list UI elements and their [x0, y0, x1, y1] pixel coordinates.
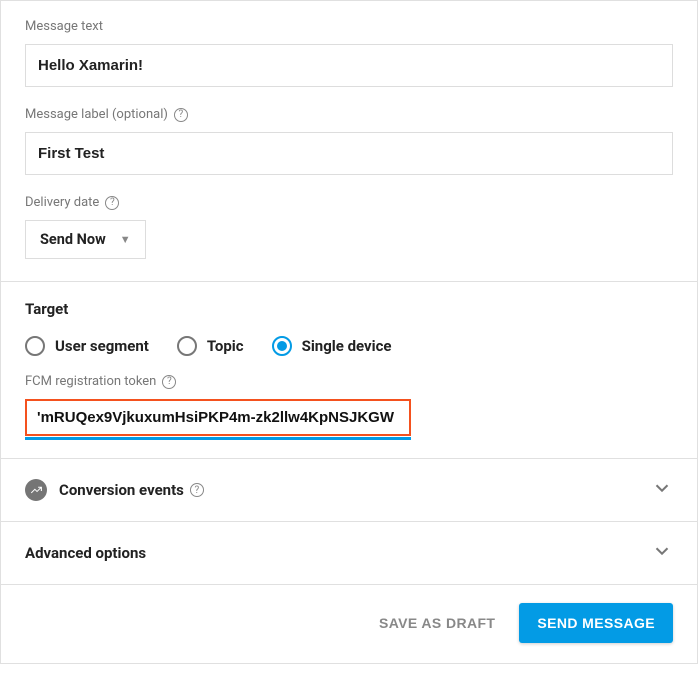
message-label-input[interactable] [25, 132, 673, 175]
help-icon[interactable]: ? [190, 483, 204, 497]
radio-icon [25, 336, 45, 356]
target-section: Target User segment Topic Single device … [1, 281, 697, 458]
token-highlight [25, 399, 411, 436]
help-icon[interactable]: ? [174, 108, 188, 122]
delivery-date-field: Delivery date ? Send Now ▼ [25, 195, 673, 259]
token-label-text: FCM registration token [25, 374, 156, 389]
help-icon[interactable]: ? [105, 196, 119, 210]
trending-icon [25, 479, 47, 501]
message-section: Message text Message label (optional) ? … [1, 1, 697, 281]
radio-topic[interactable]: Topic [177, 336, 244, 356]
advanced-options-accordion[interactable]: Advanced options [1, 521, 697, 584]
message-text-label: Message text [25, 19, 673, 34]
delivery-date-text: Delivery date [25, 195, 99, 210]
target-radio-group: User segment Topic Single device [25, 336, 673, 356]
accordion-title: Advanced options [25, 544, 146, 562]
save-draft-button[interactable]: SAVE AS DRAFT [379, 615, 495, 631]
message-label-label: Message label (optional) ? [25, 107, 673, 122]
token-label: FCM registration token ? [25, 374, 673, 389]
message-text-input[interactable] [25, 44, 673, 87]
send-message-button[interactable]: SEND MESSAGE [519, 603, 673, 643]
message-label-text: Message label (optional) [25, 107, 168, 122]
message-text-field: Message text [25, 19, 673, 87]
radio-user-segment[interactable]: User segment [25, 336, 149, 356]
radio-dot-icon [277, 341, 287, 351]
chevron-down-icon [651, 540, 673, 566]
radio-icon [177, 336, 197, 356]
delivery-date-value: Send Now [40, 231, 106, 248]
chevron-down-icon: ▼ [120, 233, 131, 246]
radio-label: Topic [207, 337, 244, 355]
fcm-token-input[interactable] [27, 401, 409, 434]
radio-label: User segment [55, 337, 149, 355]
message-label-field: Message label (optional) ? [25, 107, 673, 175]
compose-message-panel: Message text Message label (optional) ? … [0, 0, 698, 664]
radio-single-device[interactable]: Single device [272, 336, 392, 356]
delivery-date-label: Delivery date ? [25, 195, 673, 210]
radio-label: Single device [302, 337, 392, 355]
chevron-down-icon [651, 477, 673, 503]
delivery-date-select[interactable]: Send Now ▼ [25, 220, 146, 259]
footer-actions: SAVE AS DRAFT SEND MESSAGE [1, 584, 697, 663]
radio-icon [272, 336, 292, 356]
target-heading: Target [25, 300, 673, 318]
accordion-title: Conversion events [59, 481, 184, 499]
conversion-events-accordion[interactable]: Conversion events ? [1, 458, 697, 521]
help-icon[interactable]: ? [162, 375, 176, 389]
